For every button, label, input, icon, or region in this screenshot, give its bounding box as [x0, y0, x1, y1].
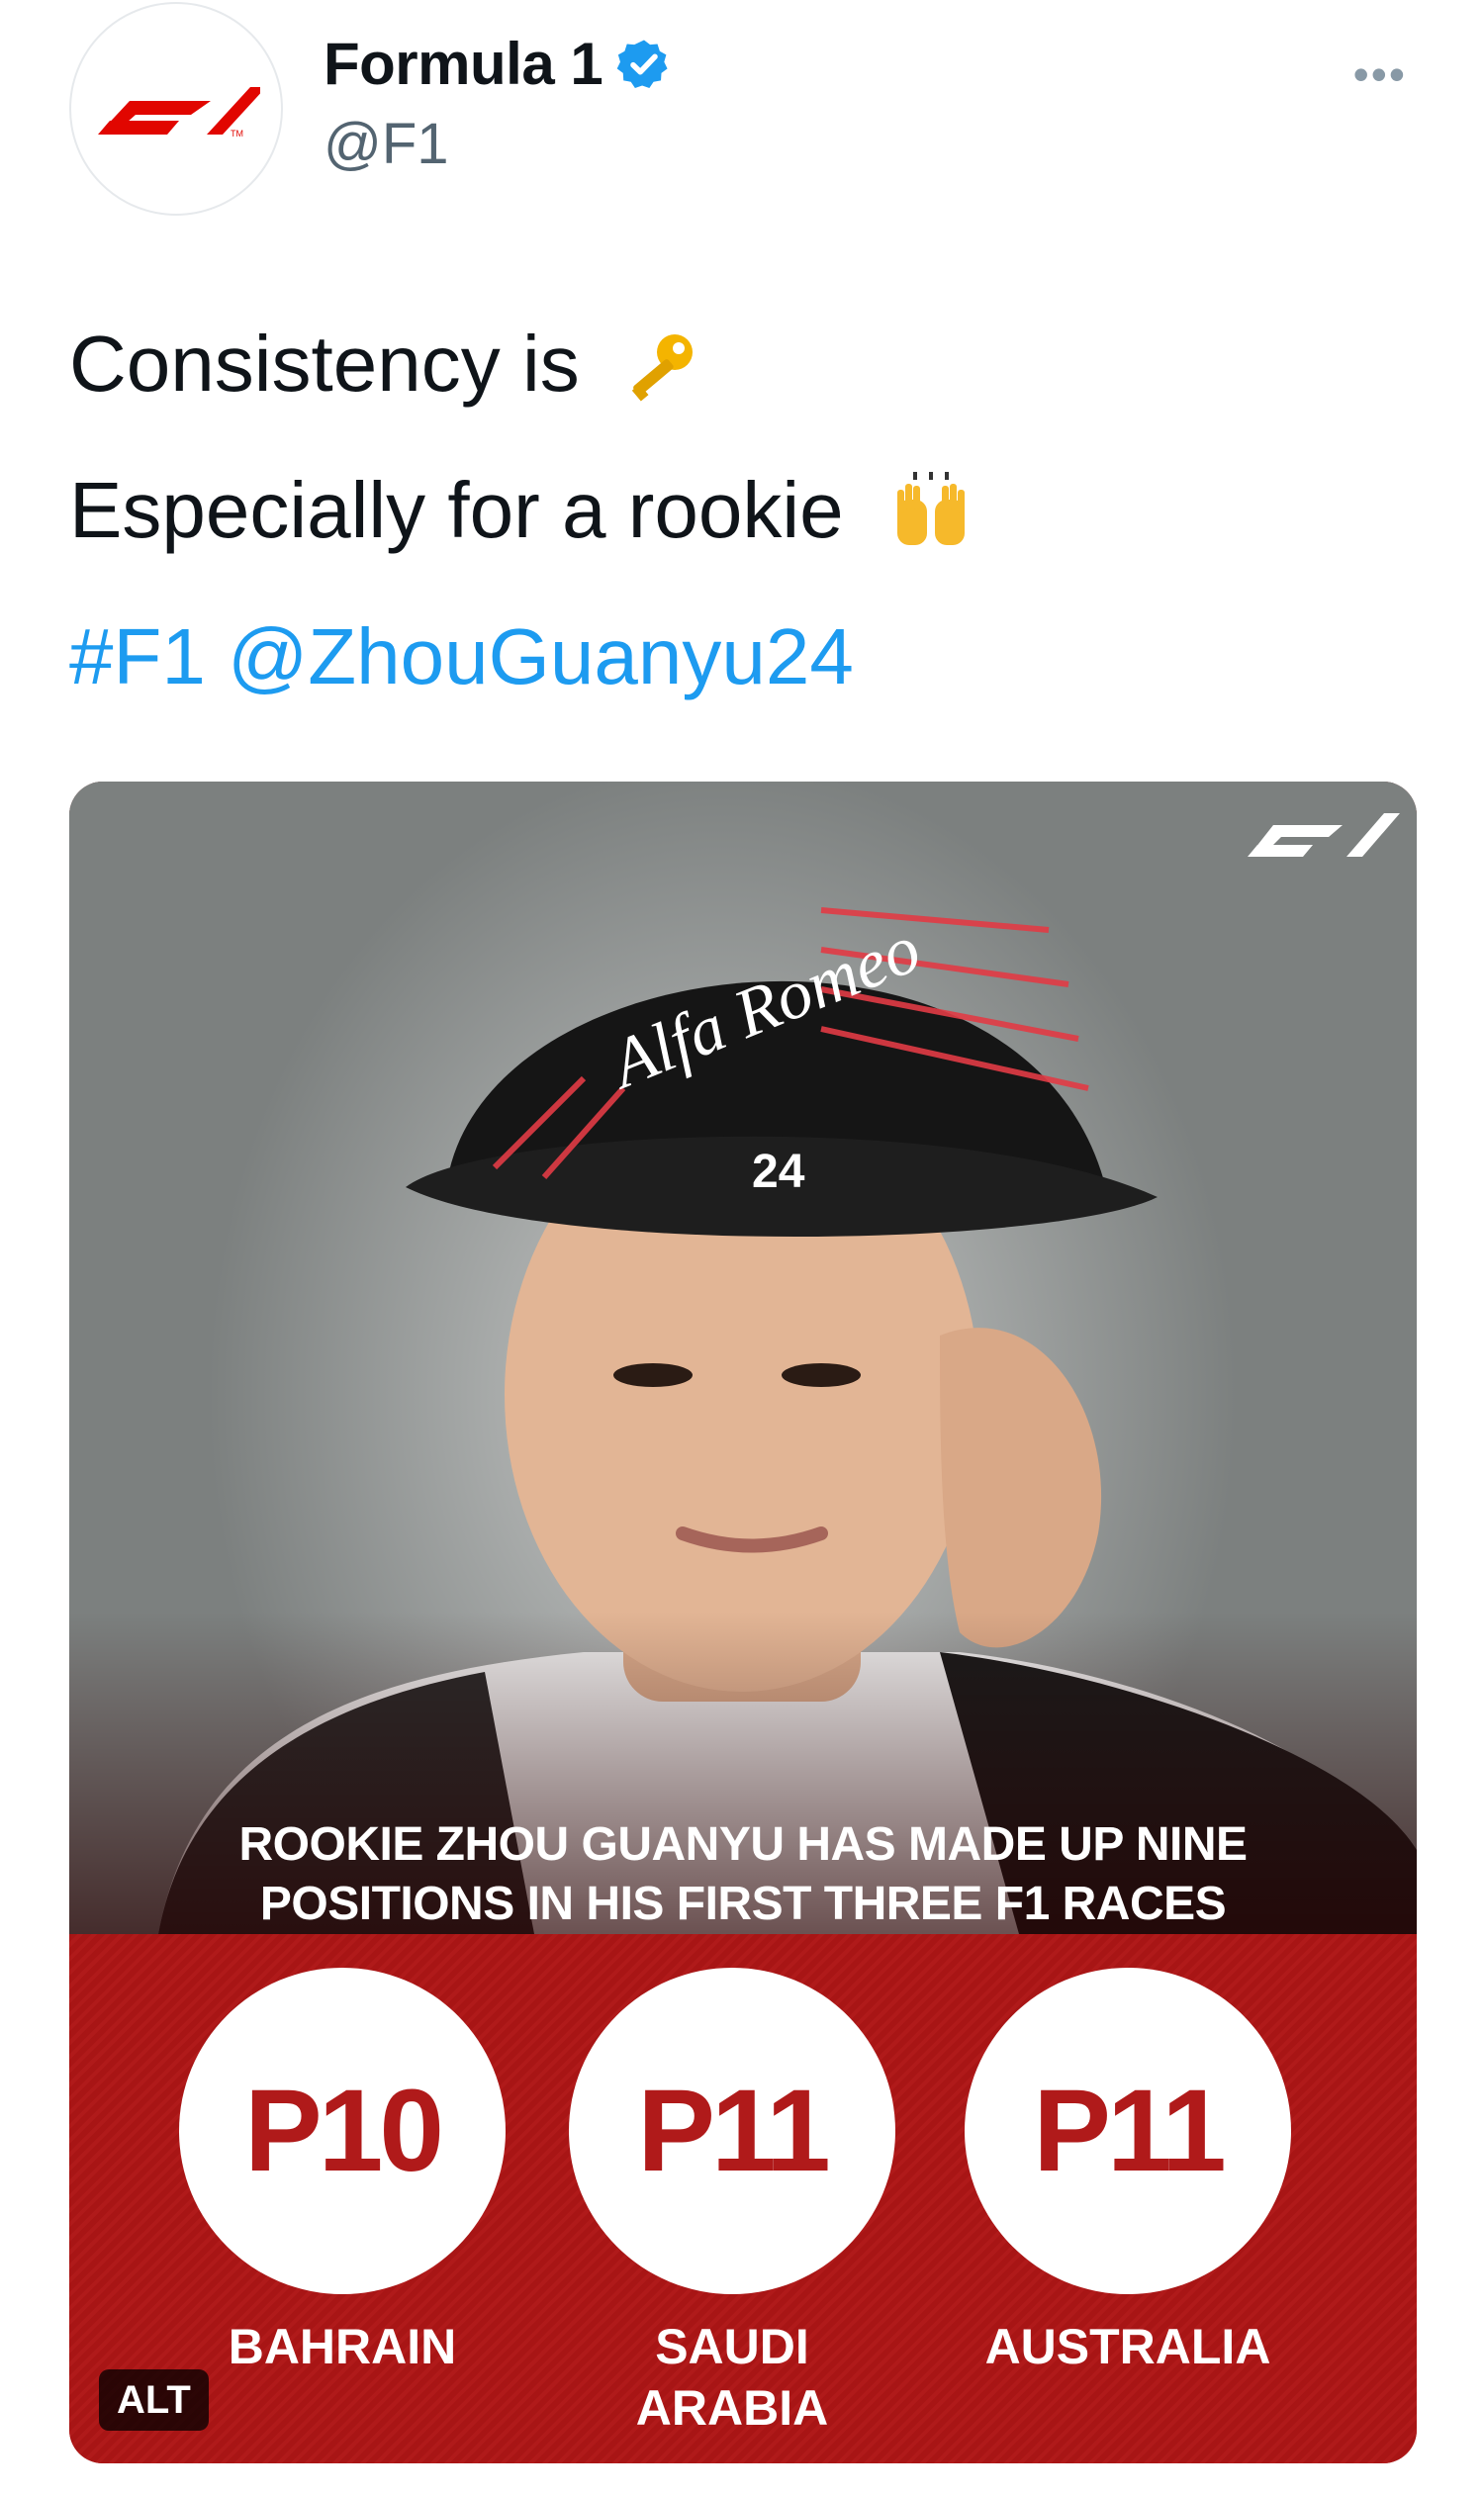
- tweet-text-consistency: Consistency is: [69, 320, 580, 408]
- race-stat-saudi-arabia: P11 SAUDI ARABIA: [534, 1934, 930, 2439]
- race-stat-australia: P11 AUSTRALIA: [930, 1934, 1326, 2377]
- race-name: BAHRAIN: [144, 2316, 540, 2377]
- race-name-line-1: SAUDI: [655, 2319, 809, 2374]
- position-circle: P11: [569, 1968, 895, 2294]
- tweet: TM Formula 1 @F1 ••• Consistency is Espe…: [0, 0, 1484, 2496]
- race-results-panel: P10 BAHRAIN P11 SAUDI ARABIA P11 AUSTRAL…: [69, 1934, 1417, 2463]
- race-name-line-2: ARABIA: [635, 2380, 829, 2436]
- headline-line-2: POSITIONS IN HIS FIRST THREE F1 RACES: [259, 1878, 1227, 1930]
- tweet-text-rookie: Especially for a rookie: [69, 466, 844, 554]
- headline-line-1: ROOKIE ZHOU GUANYU HAS MADE UP NINE: [238, 1818, 1248, 1871]
- position-value: P11: [1033, 2066, 1226, 2196]
- position-value: P10: [244, 2066, 444, 2196]
- alt-text-badge[interactable]: ALT: [99, 2369, 209, 2431]
- photo-shade: [69, 782, 1417, 1934]
- author-handle[interactable]: @F1: [324, 111, 449, 177]
- f1-logo-icon: TM: [98, 87, 260, 139]
- author-name-row[interactable]: Formula 1: [324, 30, 672, 98]
- more-options-icon[interactable]: •••: [1353, 47, 1407, 101]
- race-name: AUSTRALIA: [930, 2316, 1326, 2377]
- author-avatar[interactable]: TM: [69, 2, 283, 216]
- verified-badge-icon: [616, 40, 668, 88]
- author-display-name[interactable]: Formula 1: [324, 30, 603, 98]
- driver-photo: Alfa Romeo 24: [69, 782, 1417, 1934]
- race-stat-bahrain: P10 BAHRAIN: [144, 1934, 540, 2377]
- tweet-media-card[interactable]: Alfa Romeo 24 ROOKIE ZHOU GUANYU HAS MAD…: [69, 782, 1417, 2463]
- race-name-line-1: BAHRAIN: [228, 2319, 457, 2374]
- race-name-line-1: AUSTRALIA: [984, 2319, 1271, 2374]
- raising-hands-emoji-icon: [896, 471, 965, 545]
- hashtag-link[interactable]: #F1: [69, 612, 206, 700]
- position-circle: P11: [965, 1968, 1291, 2294]
- mention-link[interactable]: @ZhouGuanyu24: [228, 612, 854, 700]
- tweet-text-line-1: Consistency is: [69, 315, 698, 414]
- graphic-headline: ROOKIE ZHOU GUANYU HAS MADE UP NINE POSI…: [69, 1815, 1417, 1934]
- tweet-text-line-3: #F1 @ZhouGuanyu24: [69, 607, 854, 706]
- svg-text:TM: TM: [231, 129, 243, 139]
- key-emoji-icon: [631, 333, 693, 402]
- position-circle: P10: [179, 1968, 506, 2294]
- tweet-text-line-2: Especially for a rookie: [69, 461, 978, 561]
- position-value: P11: [637, 2066, 830, 2196]
- race-name: SAUDI ARABIA: [534, 2316, 930, 2439]
